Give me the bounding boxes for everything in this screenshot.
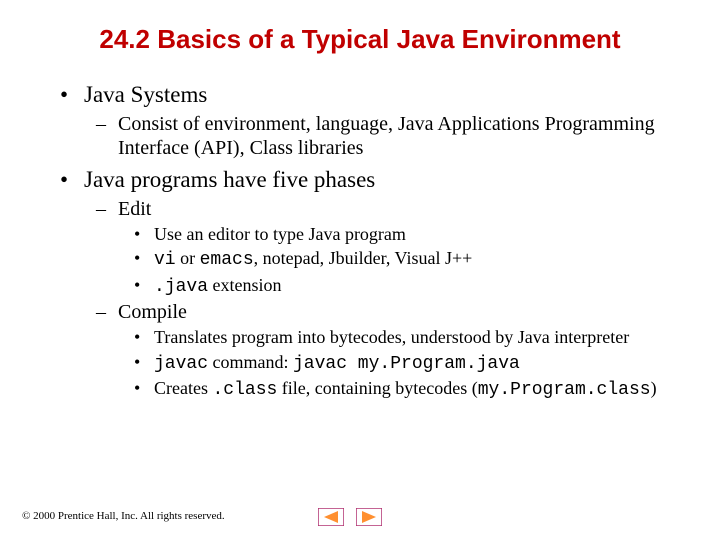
subbullet-edit: Edit: [96, 197, 680, 221]
text-containing: file, containing bytecodes (: [277, 378, 477, 398]
bullet-java-systems: Java Systems: [60, 81, 680, 110]
detail-class-file: Creates .class file, containing bytecode…: [134, 377, 680, 402]
text-paren-close: ): [651, 378, 657, 398]
code-emacs: emacs: [200, 250, 254, 270]
slide-body: Java Systems Consist of environment, lan…: [60, 75, 680, 404]
code-myprogram-class: my.Program.class: [478, 380, 651, 400]
code-class-ext: .class: [212, 380, 277, 400]
slide: 24.2 Basics of a Typical Java Environmen…: [0, 0, 720, 540]
text-extension: extension: [208, 275, 282, 295]
prev-arrow-icon[interactable]: [318, 508, 344, 526]
subbullet-api: Consist of environment, language, Java A…: [96, 112, 680, 160]
bullet-five-phases: Java programs have five phases: [60, 166, 680, 195]
code-javac-invoke: javac my.Program.java: [293, 354, 520, 374]
text-editors-rest: , notepad, Jbuilder, Visual J++: [254, 248, 473, 268]
next-arrow-icon[interactable]: [356, 508, 382, 526]
detail-java-ext: .java extension: [134, 274, 680, 299]
code-java-ext: .java: [154, 277, 208, 297]
text-creates: Creates: [154, 378, 212, 398]
subbullet-compile: Compile: [96, 300, 680, 324]
detail-vi-emacs: vi or emacs, notepad, Jbuilder, Visual J…: [134, 247, 680, 272]
copyright-footer: © 2000 Prentice Hall, Inc. All rights re…: [22, 510, 225, 522]
text-command: command:: [208, 352, 293, 372]
detail-editor: Use an editor to type Java program: [134, 223, 680, 246]
code-javac: javac: [154, 354, 208, 374]
nav-arrows: [318, 508, 382, 526]
text-or: or: [176, 248, 200, 268]
detail-javac: javac command: javac my.Program.java: [134, 351, 680, 376]
slide-title: 24.2 Basics of a Typical Java Environmen…: [0, 24, 720, 55]
code-vi: vi: [154, 250, 176, 270]
detail-bytecodes: Translates program into bytecodes, under…: [134, 326, 680, 349]
